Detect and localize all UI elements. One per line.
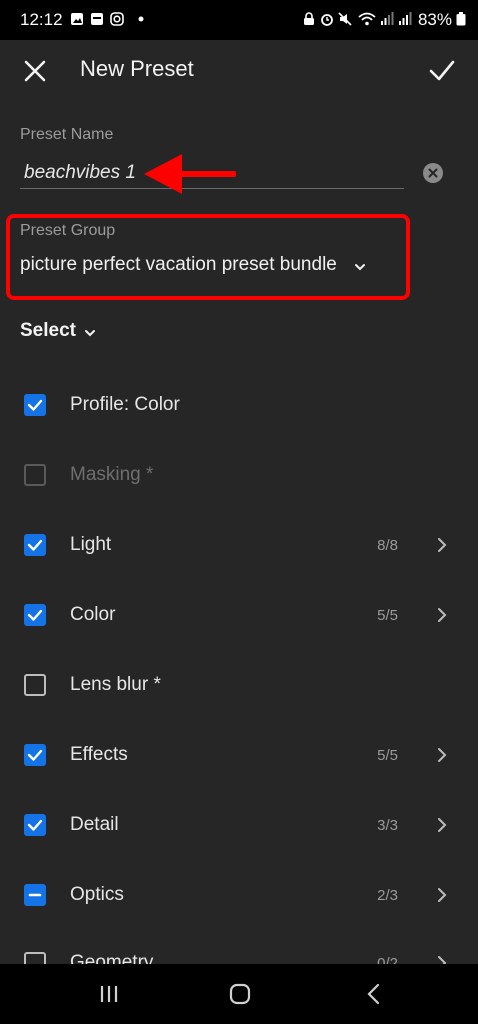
- setting-label: Light: [70, 534, 112, 555]
- setting-count: 3/3: [377, 817, 398, 834]
- dot-icon: [138, 16, 144, 22]
- checkbox-lens-blur[interactable]: [24, 674, 46, 696]
- setting-row-color[interactable]: Color 5/5: [0, 580, 478, 650]
- setting-label: Effects: [70, 744, 128, 765]
- checkmark-icon: [27, 749, 43, 761]
- mute-icon: [338, 12, 352, 26]
- setting-label: Geometry: [70, 952, 154, 964]
- navigation-bar: [0, 964, 478, 1024]
- lock-icon: [304, 12, 314, 25]
- chevron-right-icon[interactable]: [436, 887, 448, 903]
- setting-count: 0/2: [377, 955, 398, 964]
- setting-count: 8/8: [377, 537, 398, 554]
- gallery-icon: [71, 13, 83, 25]
- signal-icon-2: [399, 12, 412, 25]
- setting-row-detail[interactable]: Detail 3/3: [0, 790, 478, 860]
- recent-apps-icon[interactable]: [98, 984, 120, 1004]
- alarm-icon: [321, 14, 333, 26]
- app-bar: New Preset: [0, 40, 478, 100]
- setting-label: Lens blur *: [70, 674, 161, 695]
- setting-row-masking: Masking *: [0, 440, 478, 510]
- setting-row-light[interactable]: Light 8/8: [0, 510, 478, 580]
- wifi-icon: [358, 12, 376, 26]
- back-icon[interactable]: [366, 983, 382, 1005]
- checkbox-masking: [24, 464, 46, 486]
- chevron-right-icon[interactable]: [436, 747, 448, 763]
- checkmark-icon: [27, 819, 43, 831]
- setting-count: 5/5: [377, 747, 398, 764]
- notification-icon: [91, 13, 103, 25]
- battery-level: 83%: [417, 10, 452, 29]
- signal-icon-1: [381, 12, 394, 25]
- clear-icon: [428, 168, 438, 178]
- checkbox-detail[interactable]: [24, 814, 46, 836]
- preset-group-dropdown[interactable]: picture perfect vacation preset bundle: [20, 254, 337, 276]
- setting-row-profile[interactable]: Profile: Color: [0, 370, 478, 440]
- setting-row-lens-blur[interactable]: Lens blur *: [0, 650, 478, 720]
- close-icon[interactable]: [22, 58, 48, 84]
- setting-row-effects[interactable]: Effects 5/5: [0, 720, 478, 790]
- checkmark-icon: [27, 539, 43, 551]
- checkmark-icon: [27, 609, 43, 621]
- chevron-down-icon[interactable]: [84, 328, 96, 338]
- checkbox-optics[interactable]: [24, 884, 46, 906]
- setting-label: Profile: Color: [70, 394, 180, 415]
- setting-label: Color: [70, 604, 116, 625]
- clear-name-button[interactable]: [423, 163, 443, 183]
- instagram-icon: [110, 12, 124, 26]
- setting-row-optics[interactable]: Optics 2/3: [0, 860, 478, 930]
- checkbox-color[interactable]: [24, 604, 46, 626]
- checkbox-light[interactable]: [24, 534, 46, 556]
- setting-row-geometry[interactable]: Geometry 0/2: [0, 930, 478, 964]
- red-arrow-annotation: [144, 154, 236, 194]
- chevron-right-icon[interactable]: [436, 607, 448, 623]
- chevron-down-icon[interactable]: [354, 262, 366, 272]
- minus-icon: [28, 893, 42, 897]
- setting-label: Masking *: [70, 464, 154, 485]
- chevron-right-icon[interactable]: [436, 955, 448, 964]
- checkmark-icon: [27, 399, 43, 411]
- checkbox-effects[interactable]: [24, 744, 46, 766]
- page-title: New Preset: [80, 56, 194, 81]
- status-time: 12:12: [20, 10, 63, 29]
- checkbox-profile[interactable]: [24, 394, 46, 416]
- setting-label: Optics: [70, 884, 124, 905]
- setting-count: 2/3: [377, 887, 398, 904]
- chevron-right-icon[interactable]: [436, 817, 448, 833]
- select-dropdown[interactable]: Select: [20, 320, 76, 342]
- setting-count: 5/5: [377, 607, 398, 624]
- status-bar: 12:12 83%: [0, 0, 478, 40]
- confirm-check-icon[interactable]: [428, 56, 456, 84]
- preset-name-label: Preset Name: [20, 126, 114, 143]
- battery-icon: [456, 12, 466, 26]
- checkbox-geometry[interactable]: [24, 952, 46, 964]
- preset-group-label: Preset Group: [20, 222, 116, 239]
- home-icon[interactable]: [229, 983, 251, 1005]
- chevron-right-icon[interactable]: [436, 537, 448, 553]
- setting-label: Detail: [70, 814, 119, 835]
